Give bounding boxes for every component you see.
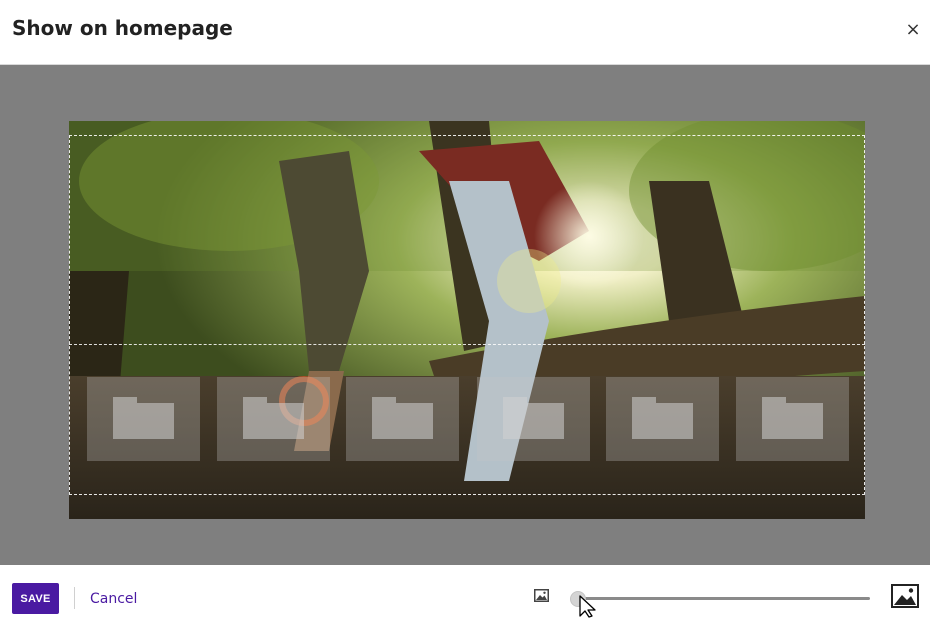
close-button[interactable]: ×	[904, 20, 922, 40]
cancel-link[interactable]: Cancel	[90, 591, 137, 607]
preview-tile	[606, 377, 719, 461]
crop-guide-line	[69, 344, 865, 345]
folder-icon	[503, 397, 564, 439]
folder-icon	[632, 397, 693, 439]
folder-icon	[762, 397, 823, 439]
image-large-icon[interactable]	[891, 584, 919, 608]
folder-icon	[372, 397, 433, 439]
mouse-cursor-icon	[579, 595, 596, 618]
image-small-icon[interactable]	[534, 589, 549, 602]
save-button[interactable]: SAVE	[12, 583, 59, 614]
folder-icon	[113, 397, 174, 439]
zoom-slider[interactable]	[570, 589, 870, 609]
preview-tile	[217, 377, 330, 461]
modal-footer: SAVE Cancel	[0, 565, 930, 618]
folder-icon	[243, 397, 304, 439]
cover-photo[interactable]	[69, 121, 865, 519]
preview-tile	[87, 377, 200, 461]
preview-tile	[477, 377, 590, 461]
modal-header: Show on homepage ×	[0, 0, 930, 65]
preview-tile	[736, 377, 849, 461]
zoom-slider-track[interactable]	[578, 597, 870, 600]
crop-stage	[0, 65, 930, 565]
footer-divider	[74, 587, 75, 609]
preview-tile	[346, 377, 459, 461]
modal-title: Show on homepage	[12, 16, 233, 40]
